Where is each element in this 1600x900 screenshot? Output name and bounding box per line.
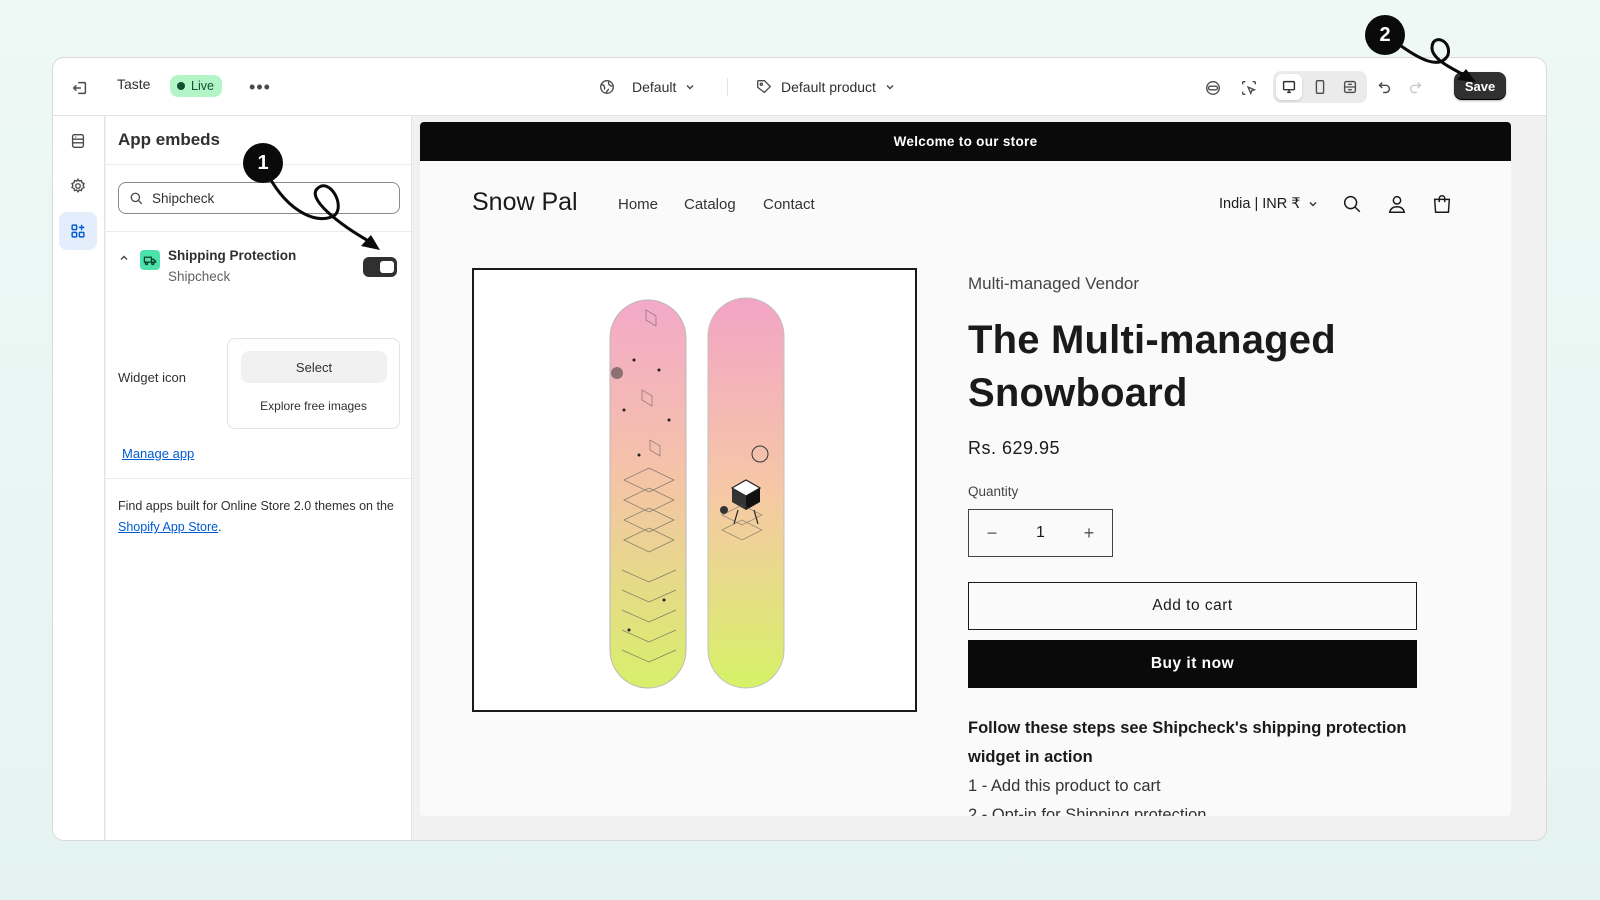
increase-quantity-button[interactable]: + — [1066, 510, 1112, 556]
search-input[interactable] — [152, 190, 372, 206]
description-step: 2 - Opt-in for Shipping protection — [968, 806, 1207, 816]
chevron-down-icon — [886, 84, 894, 90]
globe-icon — [600, 80, 614, 94]
widget-icon-picker: Select Explore free images — [227, 338, 400, 429]
nav-contact[interactable]: Contact — [763, 196, 815, 213]
description-heading: Follow these steps see Shipcheck's shipp… — [968, 719, 1407, 766]
widget-icon-label: Widget icon — [118, 370, 186, 385]
editor-topbar: Taste Live ••• Default Default product S… — [53, 58, 1546, 116]
chevron-down-icon — [1309, 202, 1316, 207]
app-embeds-panel: App embeds Shipping Protection Shipcheck… — [106, 116, 412, 840]
explore-free-images-link[interactable]: Explore free images — [228, 399, 399, 413]
chevron-up-icon[interactable] — [118, 252, 130, 264]
nav-home[interactable]: Home — [618, 196, 658, 213]
toggle-knob — [380, 261, 394, 273]
device-toggle-group — [1273, 71, 1367, 103]
theme-selector[interactable]: Default — [598, 75, 696, 99]
shopify-app-store-link[interactable]: Shopify App Store — [118, 520, 218, 534]
app-embeds-icon[interactable] — [59, 212, 97, 250]
description-step: 1 - Add this product to cart — [968, 777, 1161, 795]
shipcheck-app-icon — [140, 250, 160, 270]
cart-icon[interactable] — [1430, 192, 1454, 216]
nav-catalog[interactable]: Catalog — [684, 196, 736, 213]
app-store-note-end: . — [218, 520, 222, 534]
live-dot-icon — [177, 82, 185, 90]
currency-label: India | INR ₹ — [1219, 196, 1301, 212]
store-preview: Welcome to our store Snow Pal Home Catal… — [420, 122, 1511, 816]
product-image[interactable] — [472, 268, 917, 712]
quantity-stepper: − 1 + — [968, 509, 1113, 557]
product-description: Follow these steps see Shipcheck's shipp… — [968, 714, 1458, 816]
inspector-icon[interactable] — [1236, 75, 1262, 101]
search-icon[interactable] — [1340, 192, 1364, 216]
quantity-input[interactable]: 1 — [1015, 524, 1066, 542]
app-embed-item: Shipping Protection Shipcheck — [118, 244, 400, 288]
panel-divider — [106, 231, 411, 232]
store-name: Taste — [117, 76, 151, 92]
fullscreen-view-icon[interactable] — [1337, 74, 1363, 100]
quantity-label: Quantity — [968, 484, 1019, 499]
embed-app-name: Shipcheck — [168, 269, 231, 284]
embed-enabled-toggle[interactable] — [363, 257, 397, 277]
decrease-quantity-button[interactable]: − — [969, 510, 1015, 556]
chevron-down-icon — [686, 84, 694, 90]
app-search-field[interactable] — [118, 182, 400, 214]
annotation-marker-2: 2 — [1365, 15, 1405, 55]
ai-assistant-icon[interactable] — [1200, 75, 1226, 101]
mobile-view-icon[interactable] — [1307, 74, 1333, 100]
undo-icon[interactable] — [1371, 75, 1397, 101]
tag-icon — [757, 80, 772, 94]
manage-app-link[interactable]: Manage app — [122, 446, 194, 461]
settings-gear-icon[interactable] — [59, 167, 97, 205]
more-actions-icon[interactable]: ••• — [249, 77, 271, 97]
app-store-note: Find apps built for Online Store 2.0 the… — [118, 496, 400, 538]
product-title: The Multi-managed Snowboard — [968, 318, 1336, 415]
annotation-marker-1: 1 — [243, 143, 283, 183]
currency-selector[interactable]: India | INR ₹ — [1219, 196, 1319, 212]
snowboard-image — [609, 297, 785, 689]
topbar-divider — [727, 78, 728, 96]
embed-name: Shipping Protection — [168, 248, 297, 263]
product-label: Default product — [781, 79, 876, 95]
product-selector[interactable]: Default product — [755, 75, 896, 99]
search-icon — [130, 192, 143, 204]
panel-divider — [106, 478, 411, 479]
buy-now-button[interactable]: Buy it now — [968, 640, 1417, 688]
sections-icon[interactable] — [59, 122, 97, 160]
store-logo[interactable]: Snow Pal — [472, 188, 578, 217]
live-badge: Live — [170, 75, 222, 97]
desktop-view-icon[interactable] — [1276, 74, 1302, 100]
announcement-bar: Welcome to our store — [420, 122, 1511, 161]
editor-rail — [53, 116, 105, 840]
panel-title: App embeds — [118, 130, 221, 149]
account-icon[interactable] — [1385, 192, 1409, 216]
app-store-note-text: Find apps built for Online Store 2.0 the… — [118, 499, 394, 513]
live-label: Live — [191, 79, 214, 93]
theme-label: Default — [632, 79, 677, 95]
exit-icon[interactable] — [69, 77, 91, 99]
product-vendor: Multi-managed Vendor — [968, 274, 1140, 293]
select-image-button[interactable]: Select — [241, 351, 387, 383]
redo-icon[interactable] — [1403, 75, 1429, 101]
product-price: Rs. 629.95 — [968, 438, 1061, 458]
save-button[interactable]: Save — [1454, 72, 1506, 100]
add-to-cart-button[interactable]: Add to cart — [968, 582, 1417, 630]
